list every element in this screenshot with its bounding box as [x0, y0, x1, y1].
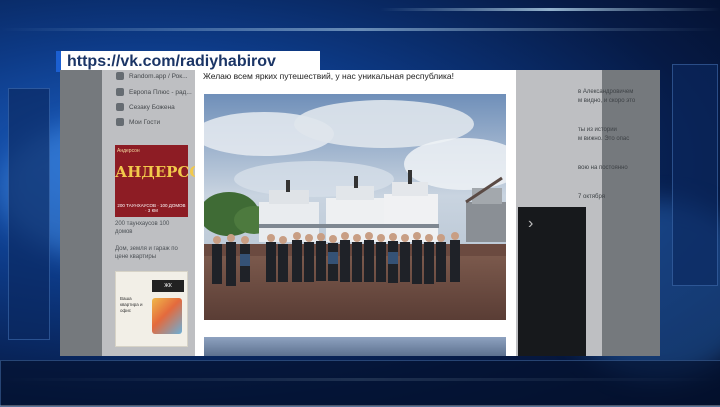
ad-caption-2[interactable]: домов	[115, 228, 133, 236]
app-icon	[116, 103, 124, 112]
post-caption: Желаю всем ярких путешествий, у нас уник…	[203, 71, 455, 81]
sidebar-item-sezaku[interactable]: Сезаку Божена	[116, 101, 198, 115]
radio-icon	[116, 88, 124, 97]
sidebar-item-europa-plus[interactable]: Европа Плюс - рад...	[116, 86, 198, 100]
right-text-2: м видно, и скоро это	[578, 98, 636, 104]
profile-url-caption: https://vk.com/radiyhabirov	[56, 51, 320, 72]
ad-caption-3: Дом, земля и гараж по	[115, 246, 178, 252]
ad-caption-4: цене квартиры	[115, 254, 157, 260]
sidebar-item-guests[interactable]: Мои Гости	[116, 116, 198, 130]
group-photo-illustration	[204, 94, 506, 320]
right-text-3: ты из истории	[578, 127, 617, 133]
post-photo[interactable]	[204, 94, 506, 356]
sidebar-item-random[interactable]: Random.app / Рок...	[116, 70, 198, 84]
ad-banner-anderson[interactable]: Андерсон АНДЕРСОН 200 ТАУНХАУСОВ · 100 Д…	[115, 145, 217, 217]
next-post-photo-preview[interactable]	[204, 337, 506, 356]
right-text-4: м вижно. Это опас	[578, 136, 630, 142]
right-text-6: 7 октября	[578, 194, 605, 200]
ad-illustration	[152, 298, 182, 334]
guests-icon	[116, 118, 124, 127]
right-text-1: в Александровичем	[578, 89, 634, 95]
post-viewer-modal: Желаю всем ярких путешествий, у нас уник…	[195, 70, 516, 356]
ad-banner-residential[interactable]: ЖК Ваша квартира и офис	[115, 271, 188, 347]
ad-caption-1[interactable]: 200 таунхаусов 100	[115, 220, 169, 228]
next-arrow-icon[interactable]: ›	[528, 215, 533, 233]
right-text-5: вою на постоянно	[578, 165, 628, 171]
app-icon	[116, 72, 124, 81]
